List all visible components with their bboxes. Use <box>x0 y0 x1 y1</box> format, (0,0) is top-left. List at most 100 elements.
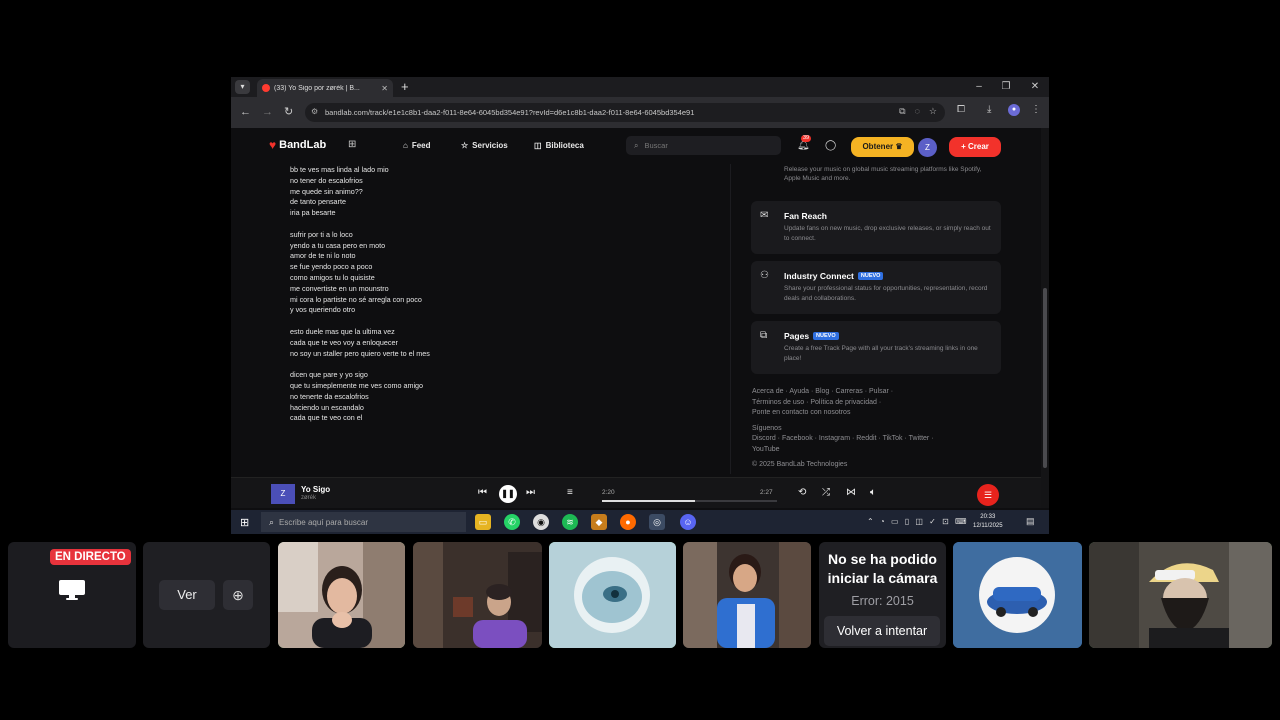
browser-toolbar: ← → ↻ ⚙ bandlab.com/track/e1e1c8b1-daa2-… <box>231 97 1049 128</box>
scrollbar-thumb[interactable] <box>1043 288 1047 468</box>
eye-off-icon[interactable]: ◌ <box>915 106 920 117</box>
progress-bar[interactable] <box>602 500 777 502</box>
lyric-line: yendo a tu casa pero en moto <box>290 240 386 250</box>
open-studio-button[interactable]: ☰ <box>977 484 999 506</box>
participant-video-frame <box>413 542 542 648</box>
lyric-line: dicen que pare y yo sigo <box>290 370 368 380</box>
participant-video-frame <box>683 542 811 648</box>
close-window-icon[interactable]: ✕ <box>1028 80 1042 94</box>
industry-connect-card[interactable]: ⚇ Industry Connect NUEVO Share your prof… <box>751 261 1001 314</box>
retry-button[interactable]: Volver a intentar <box>824 616 940 646</box>
participant-avatar-tile[interactable] <box>549 542 676 648</box>
crear-button[interactable]: + Crear <box>949 137 1001 157</box>
total-time: 2:27 <box>760 489 773 496</box>
search-input[interactable] <box>644 141 765 150</box>
track-title[interactable]: Yo Sigo <box>301 485 330 494</box>
page-scrollbar[interactable] <box>1041 128 1049 508</box>
lyric-line: mi cora lo partiste no sé arregla con po… <box>290 294 422 304</box>
people-icon: ⚇ <box>760 270 769 281</box>
clock-date: 12/11/2025 <box>973 523 1003 529</box>
taskbar-search[interactable]: ⌕ <box>261 512 466 532</box>
track-artwork[interactable]: Z <box>271 484 295 504</box>
obtener-button[interactable]: Obtener ♛ <box>851 137 914 157</box>
pause-button[interactable]: ❚❚ <box>499 485 517 503</box>
app-icon[interactable]: ◉ <box>533 514 549 530</box>
file-explorer-icon[interactable]: ▭ <box>475 514 491 530</box>
spotify-icon[interactable]: ≋ <box>562 514 578 530</box>
lyrics-stanza: dicen que pare y yo sigo que tu simeplem… <box>290 370 730 424</box>
bandlab-logo[interactable]: ♥ BandLab <box>269 138 326 152</box>
repeat-icon[interactable]: ⟲ <box>798 487 806 499</box>
notification-count-badge: 39 <box>801 135 812 142</box>
chrome-icon[interactable]: ◎ <box>649 514 665 530</box>
messages-icon[interactable]: ◯ <box>825 140 836 151</box>
maximize-icon[interactable]: ❐ <box>999 80 1013 94</box>
track-artist[interactable]: zørék <box>301 495 316 501</box>
address-bar[interactable]: ⚙ bandlab.com/track/e1e1c8b1-daa2-f011-8… <box>305 103 945 122</box>
pages-card[interactable]: ⧉ Pages NUEVO Create a free Track Page w… <box>751 321 1001 374</box>
download-icon[interactable]: ⤓ <box>987 104 991 115</box>
ver-button[interactable]: Ver <box>159 580 215 610</box>
bookmark-star-icon[interactable]: ☆ <box>929 106 937 117</box>
nav-biblioteca[interactable]: ◫ Biblioteca <box>534 141 584 150</box>
browser-tab[interactable]: (33) Yo Sigo por zørék | B... ✕ <box>257 79 393 97</box>
system-tray[interactable]: ⌃ ◔ ▭ ▯ ◫ ✓ ⊡ ⌨ <box>867 517 969 526</box>
camera-error-title: No se ha podido iniciar la cámara <box>827 551 938 586</box>
windows-start-icon[interactable]: ⊞ <box>240 516 249 529</box>
lyric-line: cada que te veo con el <box>290 413 363 423</box>
whatsapp-icon[interactable]: ✆ <box>504 514 520 530</box>
participant-video[interactable] <box>1089 542 1272 648</box>
lyric-line: no tener do escalofrios <box>290 175 363 185</box>
distribution-card-desc: Release your music on global music strea… <box>784 166 982 182</box>
extensions-icon[interactable]: ⧠ <box>957 104 965 115</box>
forward-icon[interactable]: → <box>262 105 273 119</box>
crown-icon: ♛ <box>895 142 903 151</box>
close-tab-icon[interactable]: ✕ <box>381 84 388 93</box>
taskbar-clock[interactable]: 20:33 12/11/2025 <box>973 513 1003 531</box>
new-tab-icon[interactable]: + <box>401 79 409 95</box>
popout-icon[interactable]: ⊕ <box>223 580 253 610</box>
tab-search-icon[interactable]: ▾ <box>235 80 250 94</box>
card-title: Pages <box>784 331 810 341</box>
nav-feed[interactable]: ⌂ Feed <box>403 141 431 150</box>
participant-avatar-tile[interactable] <box>953 542 1082 648</box>
previous-track-icon[interactable]: ⏮ <box>478 487 487 499</box>
shuffle-icon[interactable]: ⤮ <box>822 487 830 499</box>
apps-grid-icon[interactable]: ⊞ <box>348 139 356 150</box>
game-app-icon[interactable]: ◆ <box>591 514 607 530</box>
equalizer-icon[interactable]: ⋈ <box>846 487 856 499</box>
follow-us-label: Síguenos <box>752 424 782 432</box>
participant-video[interactable] <box>413 542 542 648</box>
bandlab-search[interactable]: ⌕ <box>626 136 781 155</box>
participant-video[interactable] <box>278 542 405 648</box>
next-track-icon[interactable]: ⏭ <box>526 487 535 499</box>
social-links-row[interactable]: Discord · Facebook · Instagram · Reddit … <box>752 434 997 445</box>
taskbar-search-input[interactable] <box>279 517 450 527</box>
reload-icon[interactable]: ↻ <box>284 105 293 119</box>
contact-link[interactable]: Ponte en contacto con nosotros <box>752 408 997 419</box>
fan-reach-card[interactable]: ✉ Fan Reach Update fans on new music, dr… <box>751 201 1001 254</box>
menu-dots-icon[interactable]: ⋮ <box>1031 104 1041 115</box>
install-icon[interactable]: ⧉ <box>899 106 905 117</box>
site-info-icon[interactable]: ⚙ <box>311 107 318 116</box>
star-icon: ☆ <box>461 141 469 150</box>
footer-links-row[interactable]: Acerca de · Ayuda · Blog · Carreras · Pu… <box>752 387 997 398</box>
queue-icon[interactable]: ≡ <box>567 487 573 499</box>
volume-icon[interactable]: 🔈︎ <box>870 487 876 499</box>
nav-servicios[interactable]: ☆ Servicios <box>461 141 508 150</box>
notification-center-icon[interactable]: ▤ <box>1026 516 1035 527</box>
discord-icon[interactable]: ☺ <box>680 514 696 530</box>
column-divider <box>730 164 731 474</box>
youtube-link[interactable]: YouTube <box>752 445 997 456</box>
back-icon[interactable]: ← <box>240 105 251 119</box>
firefox-icon[interactable]: ● <box>620 514 636 530</box>
camera-error-tile: No se ha podido iniciar la cámara Error:… <box>819 542 946 648</box>
participant-video[interactable] <box>683 542 811 648</box>
user-avatar[interactable]: Z <box>918 138 937 157</box>
minimize-icon[interactable]: – <box>972 80 986 94</box>
lyric-line: sufrir por ti a lo loco <box>290 229 353 239</box>
progress-fill <box>602 500 695 502</box>
footer-links-row[interactable]: Términos de uso · Política de privacidad… <box>752 398 997 409</box>
stream-tile[interactable]: EN DIRECTO <box>8 542 136 648</box>
profile-avatar[interactable]: ● <box>1008 104 1020 116</box>
